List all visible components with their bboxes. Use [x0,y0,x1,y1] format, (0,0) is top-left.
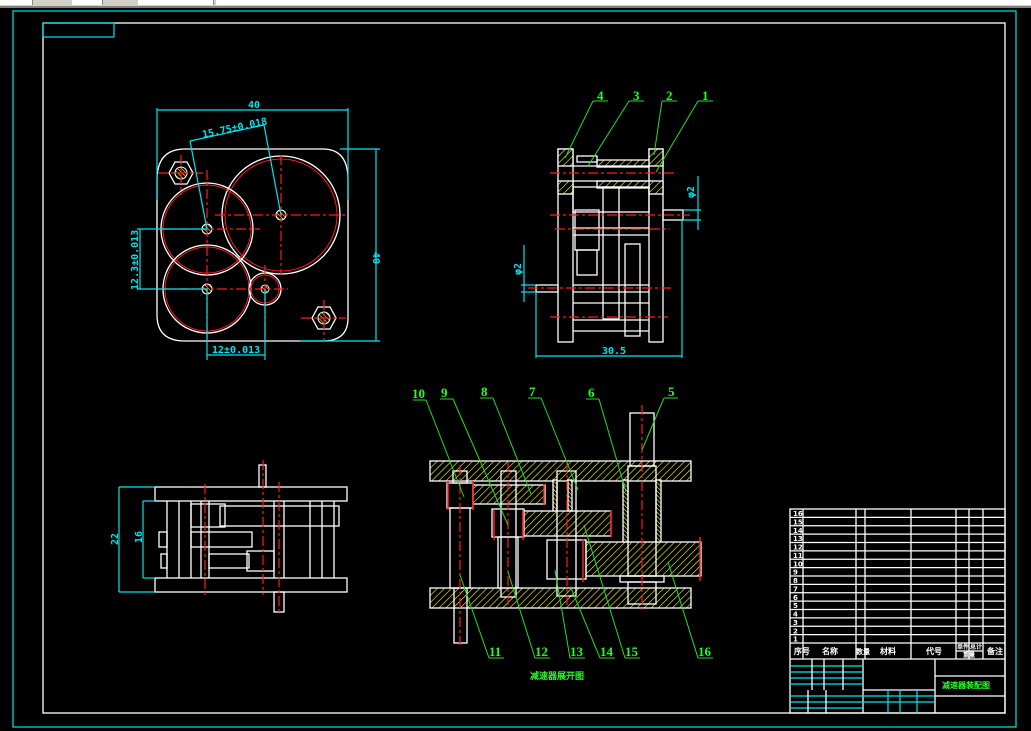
header-qty: 数量 [856,647,870,656]
top-view: 40 40 15.75±0.018 12.3±0.013 12±0.013 [130,100,381,360]
part-label: 14 [600,644,614,659]
part-label: 7 [529,384,536,399]
header-material: 材料 [880,646,896,656]
part-label: 2 [666,88,673,103]
table-row-number: 14 [793,527,803,535]
part-label: 11 [489,644,501,659]
header-code: 代号 [925,646,942,656]
parts-table: 16151413121110987654321 序号 名称 数量 材料 代号 单… [789,508,1006,714]
header-remark: 备注 [986,646,1003,656]
part-label: 9 [441,385,448,400]
table-row-number: 8 [793,577,798,585]
table-row-number: 13 [793,535,803,543]
part-label: 3 [633,88,640,103]
table-row-number: 1 [793,636,798,644]
dim-center-b: 12.3±0.013 [130,230,141,290]
side-view: 30.5 φ2 φ2 4 3 2 1 [513,88,713,358]
base-plate-outline [156,148,349,342]
table-row-number: 2 [793,627,798,635]
part-label: 10 [412,386,425,401]
header-seq: 序号 [794,646,810,656]
dimension-lines [137,108,380,360]
part-label: 12 [535,644,548,659]
part-label: 13 [570,644,584,659]
dim-outer: 22 [110,533,121,545]
dim-shaft-left: φ2 [513,263,524,275]
part-label: 6 [588,385,595,400]
part-label: 1 [702,88,709,103]
dim-width: 40 [248,100,260,111]
cad-drawing-canvas[interactable]: 40 40 15.75±0.018 12.3±0.013 12±0.013 30… [0,0,1031,731]
table-row-number: 11 [793,552,803,560]
table-row-number: 5 [793,602,798,610]
dim-inner: 16 [134,531,145,543]
table-row-number: 9 [793,569,798,577]
part-label: 16 [698,644,712,659]
part-label: 4 [597,88,604,103]
table-row-number: 16 [793,510,803,518]
part-label: 5 [668,384,675,399]
part-label: 15 [625,644,639,659]
table-row-number: 4 [793,611,798,619]
table-row-number: 15 [793,518,803,526]
dim-height: 40 [370,252,381,264]
dim-center-c: 12±0.013 [212,345,260,356]
dim-center-a: 15.75±0.018 [201,116,268,141]
header-weight: 重量 [963,651,975,659]
part-label: 8 [481,384,488,399]
header-total: 总计 [970,643,982,651]
dim-length: 30.5 [602,346,626,357]
table-row-number: 10 [793,560,803,568]
header-unit: 单件 [957,643,969,651]
dim-shaft-right: φ2 [686,186,697,198]
table-row-number: 7 [793,585,798,593]
header-name: 名称 [822,646,838,656]
section-caption: 减速器展开图 [530,670,584,682]
table-row-number: 6 [793,594,798,602]
section-view: 10 9 8 7 6 5 11 12 13 14 15 16 减速器展开图 [412,384,713,682]
front-view: 22 16 [110,460,348,615]
table-row-number: 3 [793,619,798,627]
corner-label-box [42,22,115,38]
table-row-number: 12 [793,544,803,552]
drawing-title: 减速器装配图 [942,680,990,690]
